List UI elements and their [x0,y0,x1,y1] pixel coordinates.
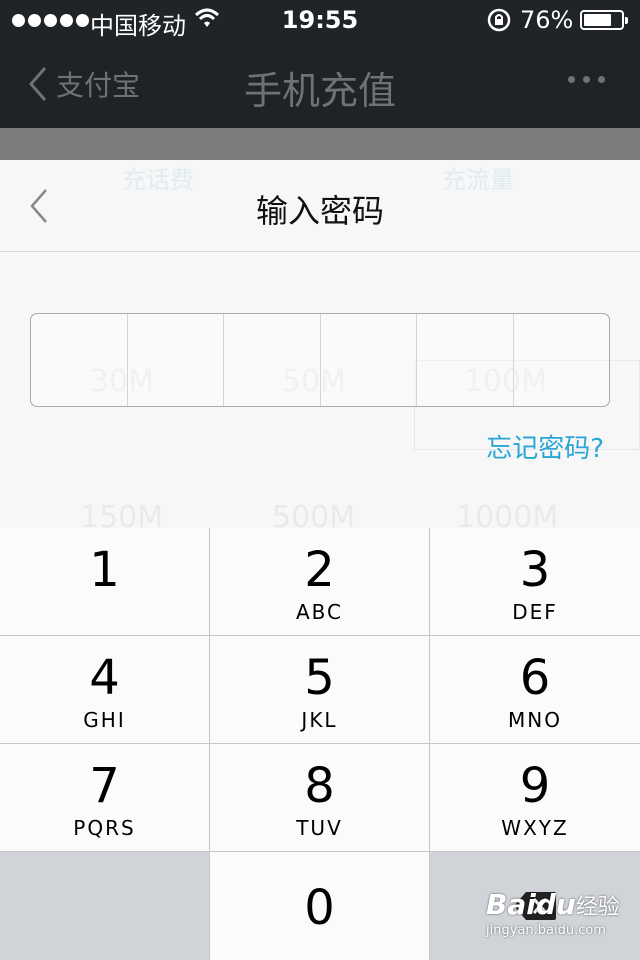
rotation-lock-icon [486,7,512,39]
battery-percent: 76% [520,6,574,34]
key-digit: 4 [89,650,120,706]
more-icon [568,76,605,83]
key-digit: 1 [89,542,120,598]
key-0[interactable]: 0 [210,852,430,960]
blank-key [0,852,210,960]
pin-digit-cell [512,314,610,406]
key-9[interactable]: 9 WXYZ [430,744,640,852]
background-overlay-strip [0,128,640,160]
key-letters: JKL [301,708,338,732]
background-nav-bar: 支付宝 手机充值 [0,40,640,128]
pin-digit-cell [223,314,320,406]
key-digit: 7 [89,758,120,814]
pin-digit-cell [31,314,127,406]
key-letters: MNO [508,708,562,732]
key-digit: 9 [519,758,551,814]
key-letters: TUV [296,816,343,840]
jingyan-label: 经验 [575,895,620,920]
key-letters: ABC [295,600,343,624]
key-letters: WXYZ [501,816,569,840]
password-input[interactable] [30,313,610,407]
key-letters: GHI [83,708,126,732]
baidu-watermark: Baidu经验 jingyan.baidu.com [486,888,620,938]
key-8[interactable]: 8 TUV [210,744,430,852]
key-digit: 3 [519,542,551,598]
key-7[interactable]: 7 PQRS [0,744,210,852]
key-digit: 5 [304,650,335,706]
key-3[interactable]: 3 DEF [430,528,640,636]
pin-digit-cell [416,314,513,406]
key-letters: PQRS [73,816,136,840]
forgot-password-link[interactable]: 忘记密码? [486,428,604,465]
key-2[interactable]: 2 ABC [210,528,430,636]
status-bar: 中国移动 19:55 76% [0,0,640,40]
key-4[interactable]: 4 GHI [0,636,210,744]
sheet-title: 输入密码 [255,192,384,230]
pin-digit-cell [319,314,417,406]
key-digit: 0 [304,880,335,936]
key-6[interactable]: 6 MNO [430,636,640,744]
key-letters: DEF [512,600,558,624]
key-digit: 8 [304,758,335,814]
sheet-header: 输入密码 [0,160,640,252]
background-page-title: 手机充值 [243,69,396,113]
pin-digit-cell [126,314,224,406]
key-1[interactable]: 1 [0,528,210,636]
key-digit: 6 [519,650,551,706]
key-5[interactable]: 5 JKL [210,636,430,744]
watermark-url: jingyan.baidu.com [486,923,606,938]
battery-icon [580,10,628,30]
baidu-logo: Baidu [486,888,576,921]
password-sheet: 充话费 充流量 30M 50M 100M 150M 500M 1000M 输入密… [0,160,640,535]
key-digit: 2 [304,542,335,598]
